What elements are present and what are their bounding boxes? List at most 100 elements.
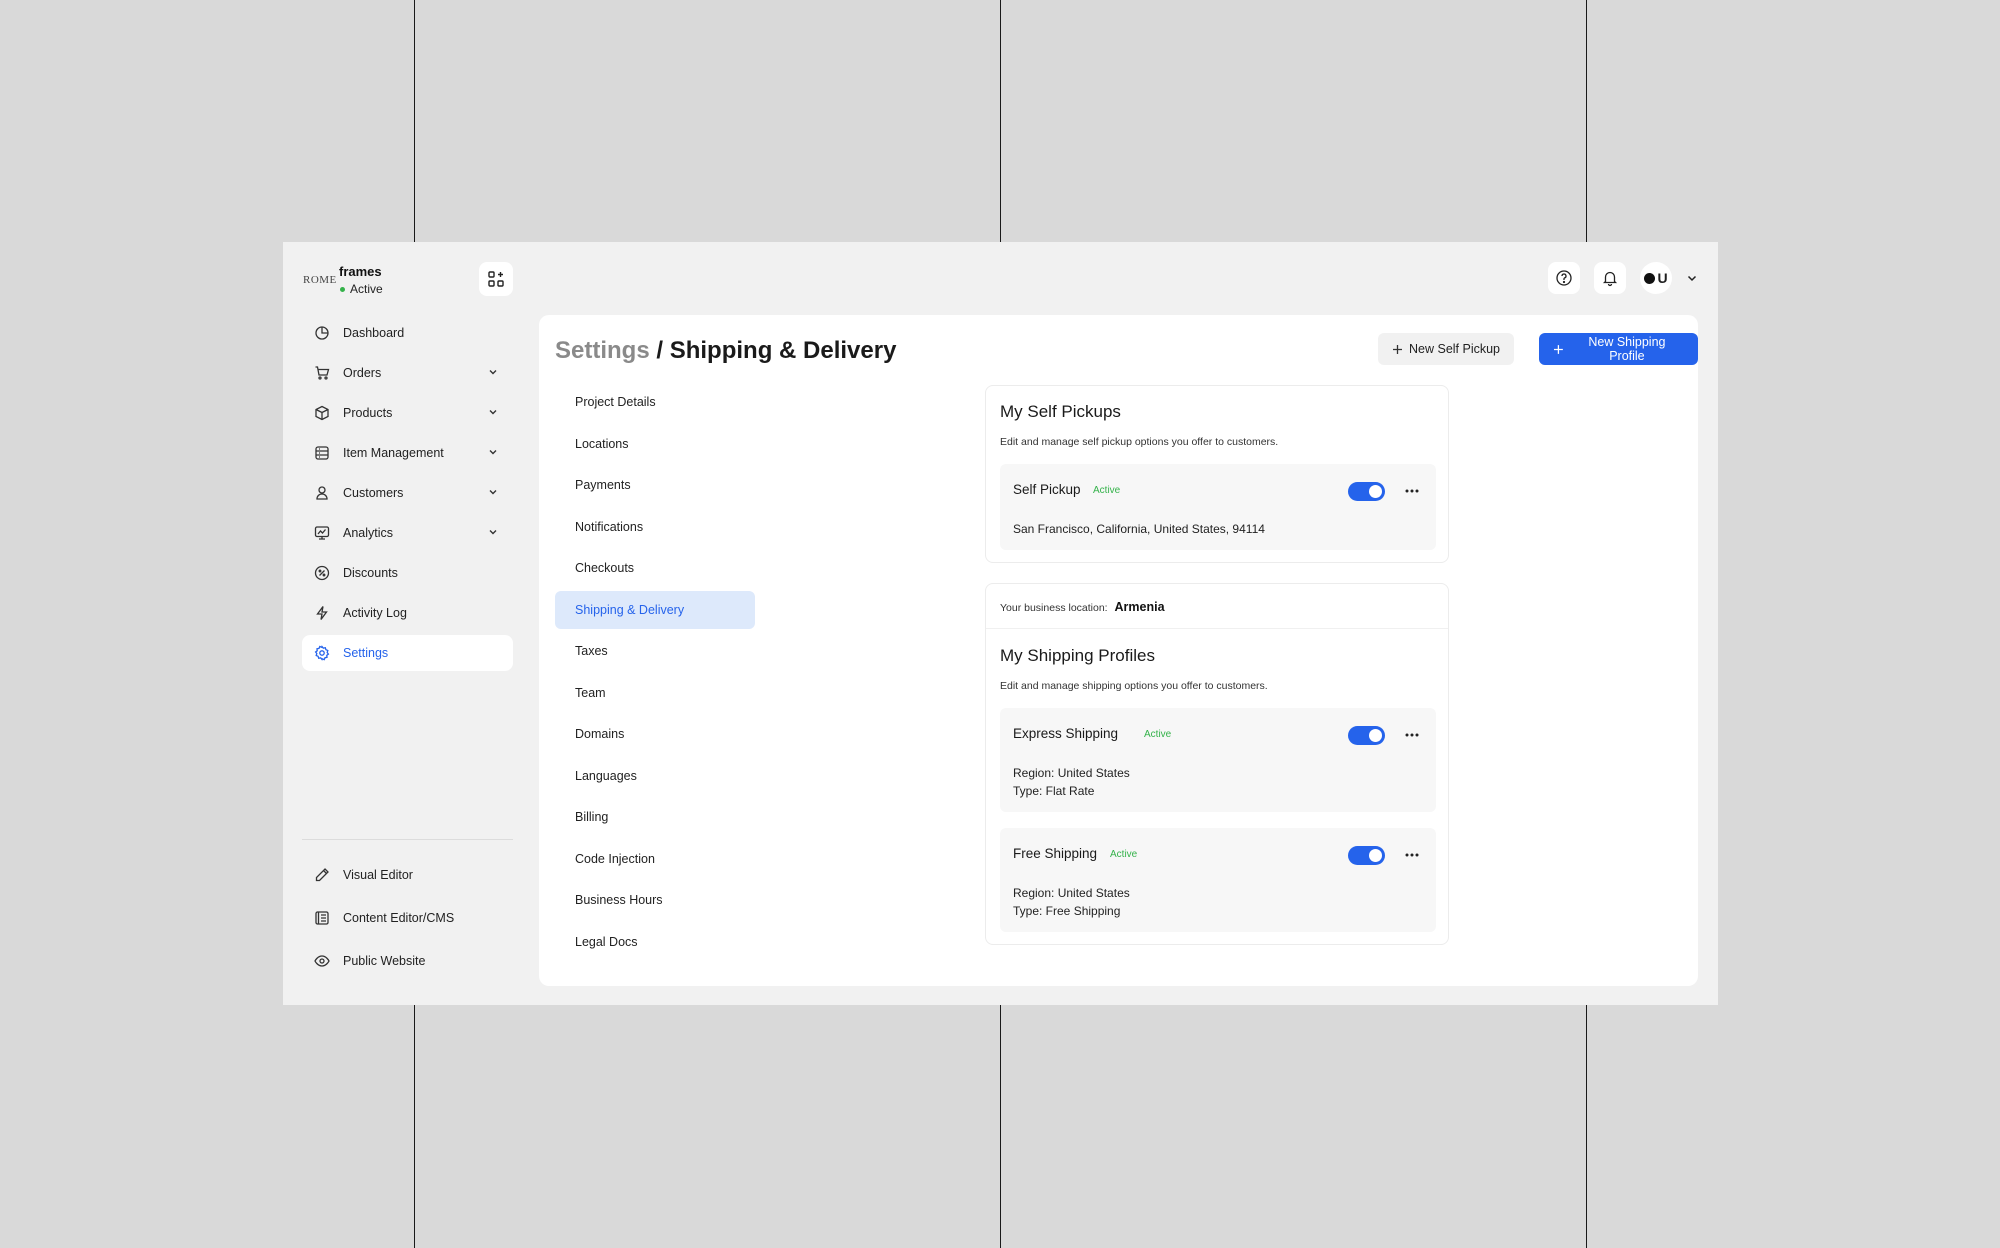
status-badge: Active xyxy=(1144,729,1172,740)
brand-logo: ROME xyxy=(303,274,337,286)
business-location: Your business location: Armenia xyxy=(1000,600,1165,614)
sidebar-item-label: Content Editor/CMS xyxy=(343,911,455,925)
eye-icon xyxy=(314,953,330,969)
new-self-pickup-label: New Self Pickup xyxy=(1409,342,1501,356)
self-pickup-item: Self Pickup Active San Francisco, Califo… xyxy=(1000,464,1436,550)
self-pickups-title: My Self Pickups xyxy=(1000,402,1121,421)
status-badge: Active xyxy=(1110,849,1138,860)
profile-region: Region: United States xyxy=(1013,886,1130,900)
subnav-legal-docs[interactable]: Legal Docs xyxy=(555,923,755,961)
sidebar-item-label: Orders xyxy=(343,366,382,380)
user-avatar[interactable]: U xyxy=(1640,262,1672,294)
cart-icon xyxy=(314,365,330,381)
subnav-checkouts[interactable]: Checkouts xyxy=(555,549,755,587)
profile-name: Express Shipping xyxy=(1013,726,1119,741)
user-icon xyxy=(314,485,330,501)
subnav-languages[interactable]: Languages xyxy=(555,757,755,795)
profile-type: Type: Flat Rate xyxy=(1013,784,1095,798)
sidebar-item-label: Analytics xyxy=(343,526,394,540)
sidebar-item-orders[interactable]: Orders xyxy=(302,355,513,391)
plus-icon xyxy=(1393,344,1402,354)
subnav-domains[interactable]: Domains xyxy=(555,715,755,753)
business-location-value: Armenia xyxy=(1114,600,1165,614)
pickup-active-toggle[interactable] xyxy=(1348,482,1385,501)
workspace-switcher[interactable]: ROME frames Active xyxy=(303,264,383,296)
shipping-profile-item: Free Shipping Active Region: United Stat… xyxy=(1000,828,1436,932)
sidebar-item-discounts[interactable]: Discounts xyxy=(302,555,513,591)
subnav-business-hours[interactable]: Business Hours xyxy=(555,881,755,919)
box-icon xyxy=(314,405,330,421)
shipping-profiles-card: Your business location: Armenia My Shipp… xyxy=(985,583,1449,945)
bolt-icon xyxy=(314,605,330,621)
chevron-down-icon xyxy=(489,370,497,375)
profile-active-toggle[interactable] xyxy=(1348,726,1385,745)
workspace-status-label: Active xyxy=(350,282,383,296)
chevron-down-icon xyxy=(489,410,497,415)
chevron-down-icon xyxy=(489,450,497,455)
more-options-button[interactable] xyxy=(1404,847,1420,863)
ellipsis-icon xyxy=(1405,489,1419,493)
divider xyxy=(986,628,1448,629)
chevron-down-icon[interactable] xyxy=(1686,272,1698,284)
sidebar-item-label: Activity Log xyxy=(343,606,407,620)
subnav-project-details[interactable]: Project Details xyxy=(555,383,755,421)
workspace-status: Active xyxy=(339,282,383,296)
subnav-team[interactable]: Team xyxy=(555,674,755,712)
help-button[interactable] xyxy=(1548,262,1580,294)
new-shipping-profile-button[interactable]: New Shipping Profile xyxy=(1539,333,1698,365)
apps-grid-icon xyxy=(488,271,504,287)
profile-region: Region: United States xyxy=(1013,766,1130,780)
self-pickups-card: My Self Pickups Edit and manage self pic… xyxy=(985,385,1449,563)
more-options-button[interactable] xyxy=(1404,727,1420,743)
notifications-button[interactable] xyxy=(1594,262,1626,294)
plus-icon xyxy=(1553,344,1563,354)
pencil-icon xyxy=(314,867,330,883)
bell-icon xyxy=(1602,271,1618,287)
avatar-label: U xyxy=(1657,270,1668,286)
sidebar-item-visual-editor[interactable]: Visual Editor xyxy=(302,856,513,894)
shipping-profile-item: Express Shipping Active Region: United S… xyxy=(1000,708,1436,812)
apps-button[interactable] xyxy=(479,262,513,296)
breadcrumb-settings[interactable]: Settings xyxy=(555,337,650,364)
more-options-button[interactable] xyxy=(1404,483,1420,499)
header-actions: U xyxy=(1548,262,1698,294)
subnav-locations[interactable]: Locations xyxy=(555,425,755,463)
subnav-shipping-delivery[interactable]: Shipping & Delivery xyxy=(555,590,755,629)
dashboard-icon xyxy=(314,325,330,341)
breadcrumb-separator: / xyxy=(656,337,664,364)
chevron-down-icon xyxy=(489,530,497,535)
sidebar-item-settings[interactable]: Settings xyxy=(302,635,513,671)
sidebar-item-products[interactable]: Products xyxy=(302,395,513,431)
subnav-code-injection[interactable]: Code Injection xyxy=(555,840,755,878)
sidebar-item-item-management[interactable]: Item Management xyxy=(302,435,513,471)
sidebar-item-analytics[interactable]: Analytics xyxy=(302,515,513,551)
database-icon xyxy=(314,445,330,461)
avatar-dot-icon xyxy=(1644,272,1656,284)
sidebar-item-activity-log[interactable]: Activity Log xyxy=(302,595,513,631)
subnav-taxes[interactable]: Taxes xyxy=(555,632,755,670)
subnav-billing[interactable]: Billing xyxy=(555,798,755,836)
cms-icon xyxy=(314,910,330,926)
sidebar-item-content-editor[interactable]: Content Editor/CMS xyxy=(302,899,513,937)
sidebar: Dashboard Orders Products Item Managemen… xyxy=(302,315,513,675)
subnav-notifications[interactable]: Notifications xyxy=(555,508,755,546)
settings-subnav: Project Details Locations Payments Notif… xyxy=(555,383,755,964)
sidebar-item-customers[interactable]: Customers xyxy=(302,475,513,511)
status-dot-icon xyxy=(340,286,345,292)
discount-icon xyxy=(314,565,330,581)
new-shipping-profile-label: New Shipping Profile xyxy=(1588,335,1666,363)
business-location-label: Your business location: xyxy=(1000,602,1108,614)
profile-name: Free Shipping xyxy=(1013,846,1098,861)
sidebar-item-public-website[interactable]: Public Website xyxy=(302,942,513,980)
sidebar-item-label: Discounts xyxy=(343,566,398,580)
monitor-chart-icon xyxy=(314,525,330,541)
shipping-profiles-description: Edit and manage shipping options you off… xyxy=(1000,680,1268,692)
ellipsis-icon xyxy=(1405,733,1419,737)
sidebar-item-dashboard[interactable]: Dashboard xyxy=(302,315,513,351)
app-window: ROME frames Active U Dashboard Orders Pr… xyxy=(283,242,1718,1005)
profile-active-toggle[interactable] xyxy=(1348,846,1385,865)
new-self-pickup-button[interactable]: New Self Pickup xyxy=(1378,333,1515,365)
sidebar-item-label: Item Management xyxy=(343,446,444,460)
subnav-payments[interactable]: Payments xyxy=(555,466,755,504)
help-icon xyxy=(1556,270,1572,286)
